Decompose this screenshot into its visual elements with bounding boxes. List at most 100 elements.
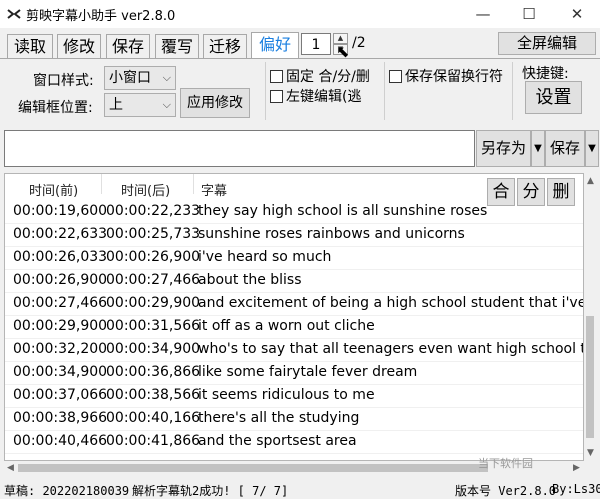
cell-end: 00:00:29,900 — [106, 295, 201, 311]
cell-start: 00:00:22,633 — [13, 226, 108, 242]
table-row[interactable]: 00:00:38,966 00:00:40,166 there's all th… — [5, 407, 583, 431]
divider — [384, 62, 385, 120]
keep-newline-label: 保存保留换行符 — [405, 69, 503, 85]
tab-overwrite[interactable]: 覆写 — [155, 34, 199, 59]
table-row[interactable]: 00:00:40,466 00:00:41,866 and the sports… — [5, 430, 583, 454]
horizontal-scroll-thumb[interactable] — [18, 464, 488, 472]
subtitle-table: 时间(前) 时间(后) 字幕 00:00:19,600 00:00:22,233… — [4, 173, 584, 461]
cell-end: 00:00:22,233 — [106, 203, 201, 219]
chevron-down-icon: ⌵ — [162, 98, 171, 111]
tab-migrate[interactable]: 迁移 — [203, 34, 247, 59]
save-as-button[interactable]: 另存为 — [476, 130, 531, 167]
table-row[interactable]: 00:00:26,033 00:00:26,900 i've heard so … — [5, 246, 583, 270]
close-button[interactable]: ✕ — [554, 0, 600, 28]
cell-end: 00:00:36,866 — [106, 364, 201, 380]
cell-end: 00:00:38,566 — [106, 387, 201, 403]
minimize-button[interactable]: — — [460, 0, 506, 28]
checkbox-box — [270, 89, 283, 103]
window-style-select[interactable]: 小窗口 ⌵ — [104, 66, 176, 90]
column-divider — [193, 174, 194, 194]
cell-end: 00:00:27,466 — [106, 272, 201, 288]
header-start-time[interactable]: 时间(前) — [29, 180, 78, 199]
subtitle-edit-input[interactable] — [4, 130, 475, 167]
watermark: 当下软件园 — [478, 457, 533, 470]
left-edit-label: 左键编辑(逃 — [286, 89, 362, 105]
cell-start: 00:00:32,200 — [13, 341, 108, 357]
column-divider — [101, 174, 102, 194]
cell-start: 00:00:29,900 — [13, 318, 108, 334]
split-button[interactable]: 分 — [517, 178, 545, 206]
merge-button[interactable]: 合 — [487, 178, 515, 206]
save-dropdown-button[interactable]: ▼ — [585, 130, 599, 167]
mouse-cursor-icon: ⬉ — [336, 42, 350, 61]
cell-text: about the bliss — [198, 272, 302, 288]
checkbox-box — [270, 69, 283, 83]
cell-end: 00:00:40,166 — [106, 410, 201, 426]
table-row[interactable]: 00:00:26,900 00:00:27,466 about the blis… — [5, 269, 583, 293]
header-subtitle[interactable]: 字幕 — [201, 180, 227, 199]
editbox-position-select[interactable]: 上 ⌵ — [104, 93, 176, 117]
scroll-right-icon[interactable]: ▶ — [573, 463, 580, 473]
settings-button[interactable]: 设置 — [525, 81, 582, 114]
cell-text: and the sportsest area — [198, 433, 357, 449]
cell-start: 00:00:26,033 — [13, 249, 108, 265]
cell-start: 00:00:19,600 — [13, 203, 108, 219]
vertical-scroll-thumb[interactable] — [586, 316, 594, 438]
app-icon — [7, 9, 21, 19]
cell-start: 00:00:34,900 — [13, 364, 108, 380]
table-row[interactable]: 00:00:27,466 00:00:29,900 and excitement… — [5, 292, 584, 316]
divider — [265, 62, 266, 120]
page-total: /2 — [352, 35, 366, 51]
scroll-down-icon[interactable]: ▼ — [587, 448, 594, 458]
cell-text: and excitement of being a high school st… — [198, 295, 584, 311]
cell-text: there's all the studying — [198, 410, 360, 426]
cell-end: 00:00:34,900 — [106, 341, 201, 357]
cell-text: like some fairytale fever dream — [198, 364, 418, 380]
fix-label: 固定 合/分/删 — [286, 69, 370, 85]
author-status: By:Ls30 — [552, 482, 600, 496]
title-bar: 剪映字幕小助手 ver2.8.0 — ☐ ✕ — [0, 0, 600, 28]
cell-start: 00:00:27,466 — [13, 295, 108, 311]
cell-text: who's to say that all teenagers even wan… — [198, 341, 584, 357]
checkbox-box — [389, 69, 402, 83]
cell-text: it seems ridiculous to me — [198, 387, 375, 403]
cell-end: 00:00:25,733 — [106, 226, 201, 242]
divider — [512, 62, 513, 120]
parse-status: 解析字幕轨2成功! [ 7/ 7] — [132, 484, 289, 498]
fix-merge-split-delete-checkbox[interactable]: 固定 合/分/删 — [270, 66, 370, 86]
status-bar: 草稿: 202202180039 解析字幕轨2成功! [ 7/ 7] 版本号 V… — [0, 478, 600, 498]
maximize-button[interactable]: ☐ — [506, 0, 552, 28]
shortcut-label: 快捷键: — [522, 66, 569, 82]
page-number-input[interactable]: 1 — [301, 33, 331, 55]
tab-read[interactable]: 读取 — [7, 34, 53, 59]
tab-preferences[interactable]: 偏好 — [251, 32, 299, 59]
scroll-up-icon[interactable]: ▲ — [587, 176, 594, 186]
header-end-time[interactable]: 时间(后) — [121, 180, 170, 199]
tab-save[interactable]: 保存 — [106, 34, 150, 59]
save-button[interactable]: 保存 — [545, 130, 585, 167]
delete-button[interactable]: 删 — [547, 178, 575, 206]
fullscreen-edit-button[interactable]: 全屏编辑 — [498, 32, 596, 55]
table-row[interactable]: 00:00:37,066 00:00:38,566 it seems ridic… — [5, 384, 583, 408]
cell-text: i've heard so much — [198, 249, 332, 265]
tab-divider — [0, 58, 600, 59]
cell-start: 00:00:37,066 — [13, 387, 108, 403]
save-as-dropdown-button[interactable]: ▼ — [531, 130, 545, 167]
left-click-edit-checkbox[interactable]: 左键编辑(逃 — [270, 86, 361, 106]
scroll-left-icon[interactable]: ◀ — [7, 463, 14, 473]
window-style-label: 窗口样式: — [33, 73, 94, 89]
version-status: 版本号 Ver2.8.0 — [455, 484, 557, 498]
table-row[interactable]: 00:00:22,633 00:00:25,733 sunshine roses… — [5, 223, 583, 247]
cell-text: they say high school is all sunshine ros… — [198, 203, 488, 219]
table-row[interactable]: 00:00:32,200 00:00:34,900 who's to say t… — [5, 338, 584, 362]
cell-start: 00:00:26,900 — [13, 272, 108, 288]
keep-newline-checkbox[interactable]: 保存保留换行符 — [389, 66, 503, 86]
table-row[interactable]: 00:00:29,900 00:00:31,566 it off as a wo… — [5, 315, 583, 339]
cell-start: 00:00:40,466 — [13, 433, 108, 449]
editbox-position-value: 上 — [109, 97, 123, 113]
tab-modify[interactable]: 修改 — [57, 34, 101, 59]
draft-status: 草稿: 202202180039 — [4, 484, 130, 498]
apply-changes-button[interactable]: 应用修改 — [180, 88, 250, 118]
cell-end: 00:00:26,900 — [106, 249, 201, 265]
table-row[interactable]: 00:00:34,900 00:00:36,866 like some fair… — [5, 361, 583, 385]
